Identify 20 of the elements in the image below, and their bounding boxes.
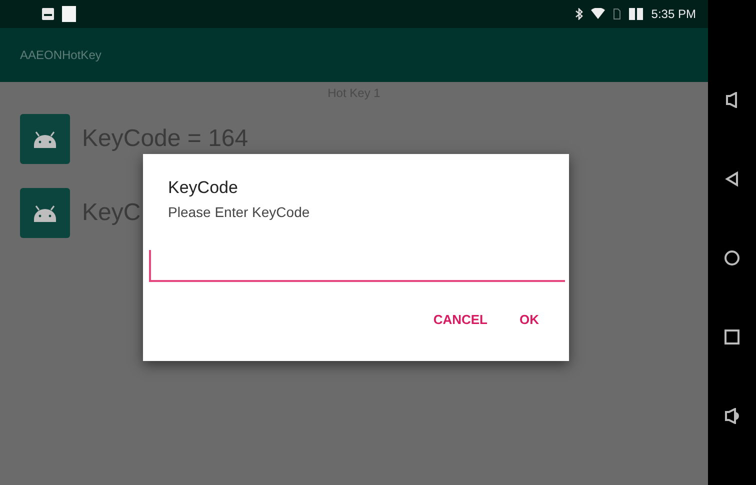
back-icon[interactable]: [725, 170, 739, 186]
volume-down-icon[interactable]: [725, 92, 739, 108]
android-app-icon[interactable]: [20, 114, 70, 164]
status-time: 5:35 PM: [651, 7, 696, 21]
dialog-title: KeyCode: [168, 178, 239, 198]
volume-up-icon[interactable]: [724, 408, 740, 424]
keycode-input-field[interactable]: [149, 250, 565, 282]
dialog-button[interactable]: CANCEL: [421, 306, 500, 333]
app-title: AAEONHotKey: [20, 48, 102, 62]
notification-icon: [42, 8, 54, 20]
dialog-button[interactable]: OK: [508, 306, 551, 333]
notification-icon: [62, 6, 76, 22]
wifi-icon: [591, 8, 606, 20]
android-app-icon[interactable]: [20, 188, 70, 238]
sim-icon: [613, 8, 622, 20]
battery-icon: [629, 8, 644, 20]
dialog-message: Please Enter KeyCode: [168, 204, 311, 220]
bluetooth-icon: [575, 8, 584, 20]
home-icon[interactable]: [724, 250, 740, 266]
recents-icon[interactable]: [724, 328, 740, 344]
